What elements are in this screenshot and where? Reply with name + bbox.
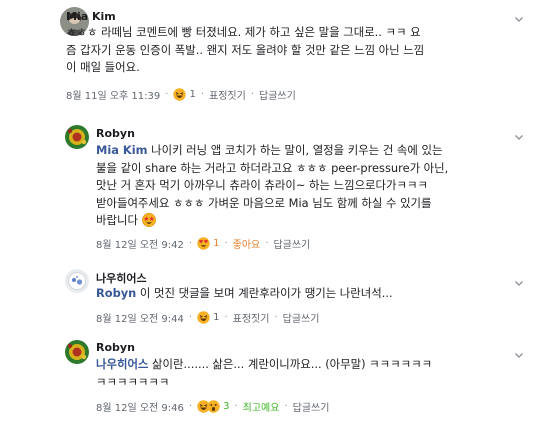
react-button[interactable]: 표정짓기 bbox=[233, 310, 270, 325]
separator-dot: · bbox=[188, 237, 193, 249]
avatar-robyn[interactable] bbox=[65, 125, 89, 149]
chevron-down-icon[interactable] bbox=[512, 348, 526, 362]
chevron-down-icon[interactable] bbox=[512, 12, 526, 26]
reply-button[interactable]: 답글쓰기 bbox=[259, 87, 296, 102]
reply-button[interactable]: 답글쓰기 bbox=[283, 310, 320, 325]
mention-link[interactable]: Mia Kim bbox=[96, 143, 148, 157]
comment-meta: 8월 12일 오전 9:44 · 1 · 표정짓기 · 답글쓰기 bbox=[96, 310, 320, 325]
separator-dot: · bbox=[224, 237, 228, 249]
star-eyes-emoji-icon bbox=[141, 213, 156, 227]
reaction-count[interactable]: 1 bbox=[213, 238, 219, 249]
comment-text: Robyn 이 멋진 댓글을 보며 계란후라이가 땡기는 나란녀석... bbox=[96, 285, 393, 303]
comment-author[interactable]: Robyn bbox=[96, 127, 135, 140]
comment-meta: 8월 11일 오후 11:39 · 1 · 표정짓기 · 답글쓰기 bbox=[66, 87, 296, 102]
haha-emoji-icon[interactable] bbox=[173, 87, 187, 101]
comment-text: ㅎㅎㅎ 라떼님 코멘트에 빵 터졌네요. 제가 하고 싶은 말을 그대로.. ㅋ… bbox=[66, 24, 424, 77]
wow-emoji-icon[interactable] bbox=[207, 399, 220, 413]
separator-dot: · bbox=[165, 88, 169, 100]
separator-dot: · bbox=[274, 311, 278, 323]
comment-line: 이 멋진 댓글을 보며 계란후라이가 땡기는 나란녀석... bbox=[136, 286, 393, 300]
separator-dot: · bbox=[250, 88, 254, 100]
comment-line: 불을 같이 share 하는 거라고 하더라고요 ㅎㅎㅎ peer-pressu… bbox=[96, 160, 449, 175]
comment-text: Mia Kim 나이키 러닝 앱 코치가 하는 말이, 열정을 키우는 건 속에… bbox=[96, 142, 448, 230]
comment-meta: 8월 12일 오전 9:46 · 3 · 최고예요 · 답글쓰기 bbox=[96, 399, 330, 414]
timestamp[interactable]: 8월 12일 오전 9:42 bbox=[96, 236, 184, 251]
comment-author[interactable]: 나우히어스 bbox=[96, 270, 147, 286]
comment-line: 삶이란....... 삶은... 계란이니까요... (아무말) ㅋㅋㅋㅋㅋㅋ bbox=[148, 357, 433, 371]
like-button[interactable]: 좋아요 bbox=[233, 236, 261, 251]
separator-dot: · bbox=[188, 400, 193, 412]
mention-link[interactable]: Robyn bbox=[96, 286, 136, 300]
comment-line: 나이키 러닝 앱 코치가 하는 말이, 열정을 키우는 건 속에 있는 bbox=[147, 143, 443, 157]
comment-author[interactable]: Mia Kim bbox=[66, 10, 116, 23]
mention-link[interactable]: 나우히어스 bbox=[96, 357, 148, 371]
separator-dot: · bbox=[284, 400, 288, 412]
reply-button[interactable]: 답글쓰기 bbox=[273, 236, 310, 251]
timestamp[interactable]: 8월 11일 오후 11:39 bbox=[66, 87, 160, 102]
reaction-count[interactable]: 3 bbox=[223, 401, 229, 412]
haha-emoji-icon[interactable] bbox=[197, 310, 210, 324]
comment-line: ㅋㅋㅋㅋㅋㅋㅋ bbox=[96, 374, 170, 389]
separator-dot: · bbox=[224, 311, 228, 323]
comment-line: 맛난 거 혼자 먹기 아까우니 츄라이 츄라이~ 하는 느낌으로다가ㅋㅋㅋ bbox=[96, 178, 428, 192]
reaction-count[interactable]: 1 bbox=[189, 89, 195, 100]
chevron-down-icon[interactable] bbox=[512, 276, 526, 290]
separator-dot: · bbox=[200, 88, 204, 100]
comment-line: 이 매일 들어요. bbox=[66, 60, 140, 74]
reaction-count[interactable]: 1 bbox=[213, 312, 219, 323]
comment-author[interactable]: Robyn bbox=[96, 341, 135, 354]
react-button[interactable]: 표정짓기 bbox=[209, 87, 246, 102]
love-button[interactable]: 최고예요 bbox=[243, 399, 280, 414]
love-eyes-emoji-icon[interactable] bbox=[197, 236, 210, 250]
timestamp[interactable]: 8월 12일 오전 9:46 bbox=[96, 399, 184, 414]
avatar-nowhereus[interactable] bbox=[65, 269, 89, 293]
separator-dot: · bbox=[234, 400, 238, 412]
separator-dot: · bbox=[188, 311, 193, 323]
comment-text: 나우히어스 삶이란....... 삶은... 계란이니까요... (아무말) ㅋ… bbox=[96, 356, 432, 391]
avatar-robyn[interactable] bbox=[65, 340, 89, 364]
comment-line: 받아들여주세요 ㅎㅎㅎ 가벼운 마음으로 Mia 님도 함께 하실 수 있기를 bbox=[96, 195, 432, 210]
reply-button[interactable]: 답글쓰기 bbox=[293, 399, 330, 414]
comment-line: 바랍니다 bbox=[96, 213, 142, 227]
chevron-down-icon[interactable] bbox=[512, 130, 526, 144]
separator-dot: · bbox=[265, 237, 269, 249]
comment-meta: 8월 12일 오전 9:42 · 1 · 좋아요 · 답글쓰기 bbox=[96, 236, 310, 251]
timestamp[interactable]: 8월 12일 오전 9:44 bbox=[96, 310, 184, 325]
comment-line: 즘 갑자기 운동 인증이 폭발.. 왠지 저도 올려야 할 것만 같은 느낌 아… bbox=[66, 42, 425, 57]
comment-line: ㅎㅎㅎ 라떼님 코멘트에 빵 터졌네요. 제가 하고 싶은 말을 그대로.. ㅋ… bbox=[66, 25, 421, 39]
